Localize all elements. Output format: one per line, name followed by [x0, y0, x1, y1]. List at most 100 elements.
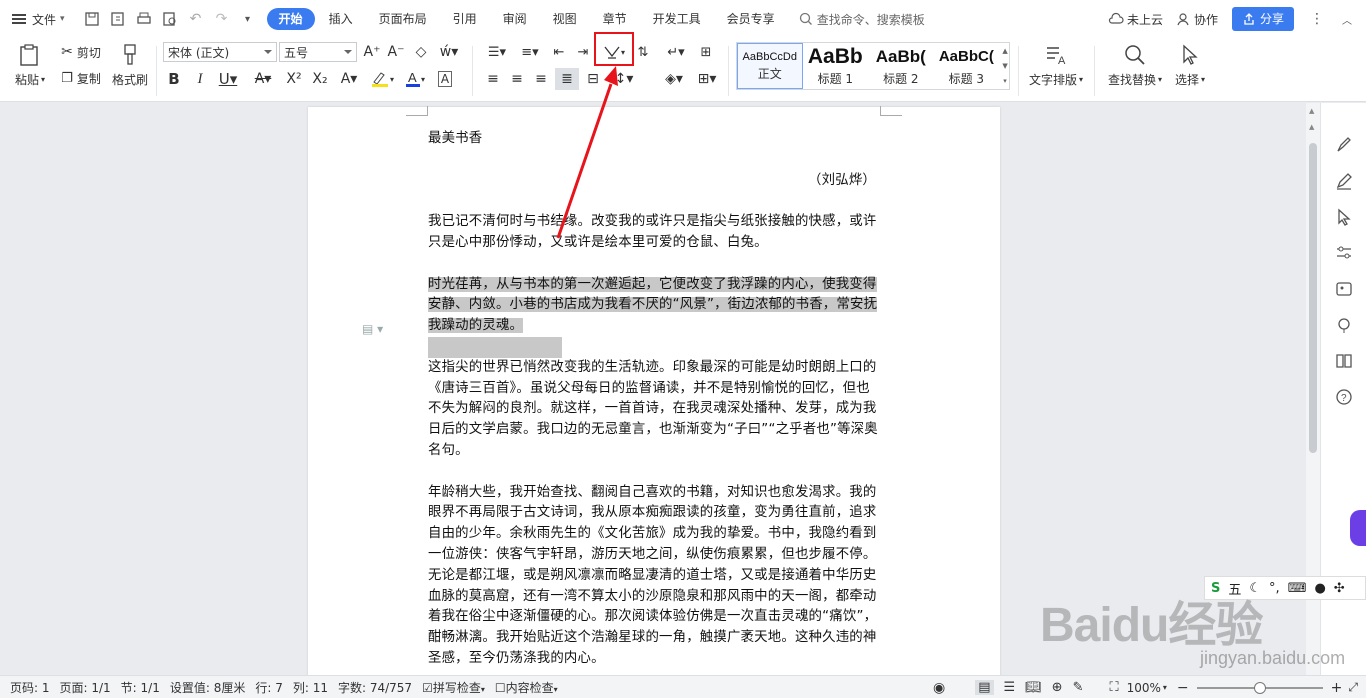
book-icon[interactable] [1334, 351, 1354, 371]
tab-member[interactable]: 会员专享 [715, 8, 787, 30]
align-right-icon[interactable]: ≡ [530, 68, 552, 90]
text-layout-icon[interactable]: A [1040, 42, 1072, 68]
bullet-list-icon[interactable]: ☰▾ [482, 42, 512, 62]
zoom-in-icon[interactable]: + [1331, 680, 1343, 696]
write-view-icon[interactable]: ✎ [1073, 680, 1084, 695]
align-center-icon[interactable]: ≡ [506, 68, 528, 90]
command-search[interactable]: 查找命令、搜索模板 [799, 11, 925, 28]
paste-button[interactable]: 粘贴 ▾ [10, 70, 50, 88]
scroll-up-icon[interactable]: ▲ [1309, 123, 1314, 131]
superscript-icon[interactable]: X² [282, 68, 306, 90]
rocket-icon[interactable] [1334, 135, 1354, 155]
font-size-select[interactable]: 五号 [279, 42, 357, 62]
fullscreen-icon[interactable]: ⤢ [1348, 680, 1358, 695]
cloud-status-button[interactable]: 未上云 [1108, 11, 1163, 28]
export-pdf-icon[interactable] [109, 10, 127, 28]
shading-icon[interactable]: ◈▾ [658, 68, 690, 90]
tab-view[interactable]: 视图 [541, 8, 589, 30]
content-check-button[interactable]: ☐内容检查▾ [495, 679, 558, 696]
justify-icon[interactable]: ≣ [555, 68, 579, 90]
clear-format-icon[interactable]: ◇ [410, 42, 432, 62]
underline-icon[interactable]: U▾ [214, 68, 242, 90]
share-button[interactable]: 分享 [1231, 7, 1294, 31]
align-left-icon[interactable]: ≡ [482, 68, 504, 90]
print-preview-icon[interactable] [161, 10, 179, 28]
document-body[interactable]: 最美书香 （刘弘烨） 我已记不清何时与书结缘。改变我的或许只是指尖与纸张接触的快… [428, 129, 882, 670]
scroll-up-icon[interactable]: ▲ [1309, 107, 1314, 115]
chevron-down-icon[interactable]: ▾ [1163, 683, 1167, 692]
decrease-font-icon[interactable]: A⁻ [386, 42, 406, 62]
numbered-list-icon[interactable]: ≡▾ [514, 42, 546, 62]
show-marks-icon[interactable]: ↵▾ [660, 42, 692, 62]
format-painter-button[interactable]: 格式刷 [108, 70, 152, 88]
bold-icon[interactable]: B [164, 68, 184, 90]
paragraph-layout-icon[interactable]: ▤ ▾ [362, 322, 383, 336]
italic-icon[interactable]: I [190, 68, 210, 90]
font-color-icon[interactable]: A ▾ [400, 68, 430, 90]
distributed-align-icon[interactable]: ⊟ [582, 68, 604, 90]
style-gallery-scroll[interactable]: ▲ ▼ ▾ [1001, 43, 1009, 89]
tab-home[interactable]: 开始 [266, 8, 315, 30]
zoom-slider-knob[interactable] [1253, 681, 1266, 694]
assistant-tab[interactable] [1350, 510, 1366, 546]
style-heading-3[interactable]: AaBbC(标题 3 [934, 43, 1000, 89]
status-word-count[interactable]: 字数: 74/757 [338, 679, 412, 696]
zoom-out-icon[interactable]: − [1177, 680, 1189, 696]
copy-button[interactable]: ❐ 复制 [56, 69, 106, 87]
file-menu[interactable]: 文件 ▾ [8, 8, 69, 30]
text-effect-icon[interactable]: A▾ [334, 68, 364, 90]
save-icon[interactable] [83, 10, 101, 28]
increase-font-icon[interactable]: A⁺ [362, 42, 382, 62]
page-view-icon[interactable]: ▤ [975, 680, 994, 695]
fit-page-icon[interactable]: ⛶ [1109, 680, 1118, 695]
font-name-select[interactable]: 宋体 (正文) [163, 42, 277, 62]
character-border-icon[interactable]: A [434, 68, 456, 90]
borders-icon[interactable]: ⊞▾ [692, 68, 722, 90]
customize-chevron-icon[interactable]: ▾ [239, 10, 257, 28]
redo-icon[interactable]: ↷ [213, 10, 231, 28]
user-icon[interactable]: ● [1314, 581, 1325, 596]
strikethrough-icon[interactable]: A▾ [248, 68, 278, 90]
scrollbar-thumb[interactable] [1309, 143, 1317, 453]
tab-page-layout[interactable]: 页面布局 [367, 8, 439, 30]
outline-view-icon[interactable]: ☰ [1004, 680, 1016, 695]
tab-developer[interactable]: 开发工具 [641, 8, 713, 30]
style-heading-2[interactable]: AaBb(标题 2 [868, 43, 934, 89]
eye-protection-icon[interactable]: ◉ [933, 680, 945, 696]
increase-indent-icon[interactable]: ⇥ [572, 42, 594, 62]
highlight-color-icon[interactable]: ▾ [366, 68, 398, 90]
table-lines-icon[interactable]: ⊞ [694, 42, 718, 62]
web-view-icon[interactable]: ⊕ [1052, 680, 1063, 695]
zoom-slider[interactable] [1196, 681, 1323, 694]
status-page-code[interactable]: 页码: 1 [10, 679, 50, 696]
pen-icon[interactable] [1334, 171, 1354, 191]
style-heading-1[interactable]: AaBb 标题 1 [803, 43, 869, 89]
tab-chapter[interactable]: 章节 [591, 8, 639, 30]
print-icon[interactable] [135, 10, 153, 28]
reading-view-icon[interactable]: 📖︎ [1025, 680, 1042, 695]
cut-button[interactable]: ✂ 剪切 [56, 43, 106, 61]
collapse-ribbon-icon[interactable]: ︿ [1342, 12, 1352, 27]
spell-check-button[interactable]: ☑拼写检查▾ [422, 679, 485, 696]
paste-icon[interactable] [12, 42, 46, 68]
select-cursor-icon[interactable] [1176, 42, 1202, 68]
undo-icon[interactable]: ↶ [187, 10, 205, 28]
text-layout-button[interactable]: 文字排版 ▾ [1026, 70, 1086, 88]
status-page[interactable]: 页面: 1/1 [60, 679, 111, 696]
zoom-level[interactable]: 100% [1127, 681, 1161, 695]
status-section[interactable]: 节: 1/1 [121, 679, 160, 696]
sort-icon[interactable]: ⇅ [632, 42, 654, 62]
keyboard-icon[interactable]: ⌨ [1288, 581, 1307, 596]
more-options-icon[interactable]: ⋮ [1310, 11, 1324, 27]
tab-references[interactable]: 引用 [441, 8, 489, 30]
status-setting[interactable]: 设置值: 8厘米 [170, 679, 246, 696]
tab-review[interactable]: 审阅 [491, 8, 539, 30]
sliders-icon[interactable] [1334, 243, 1354, 263]
apps-icon[interactable]: ✣ [1334, 581, 1345, 596]
punctuation-icon[interactable]: °, [1269, 581, 1280, 596]
image-icon[interactable] [1334, 279, 1354, 299]
find-replace-icon[interactable] [1120, 42, 1150, 68]
format-painter-icon[interactable] [110, 42, 150, 68]
document-page[interactable]: 最美书香 （刘弘烨） 我已记不清何时与书结缘。改变我的或许只是指尖与纸张接触的快… [308, 106, 1000, 675]
tab-insert[interactable]: 插入 [317, 8, 365, 30]
